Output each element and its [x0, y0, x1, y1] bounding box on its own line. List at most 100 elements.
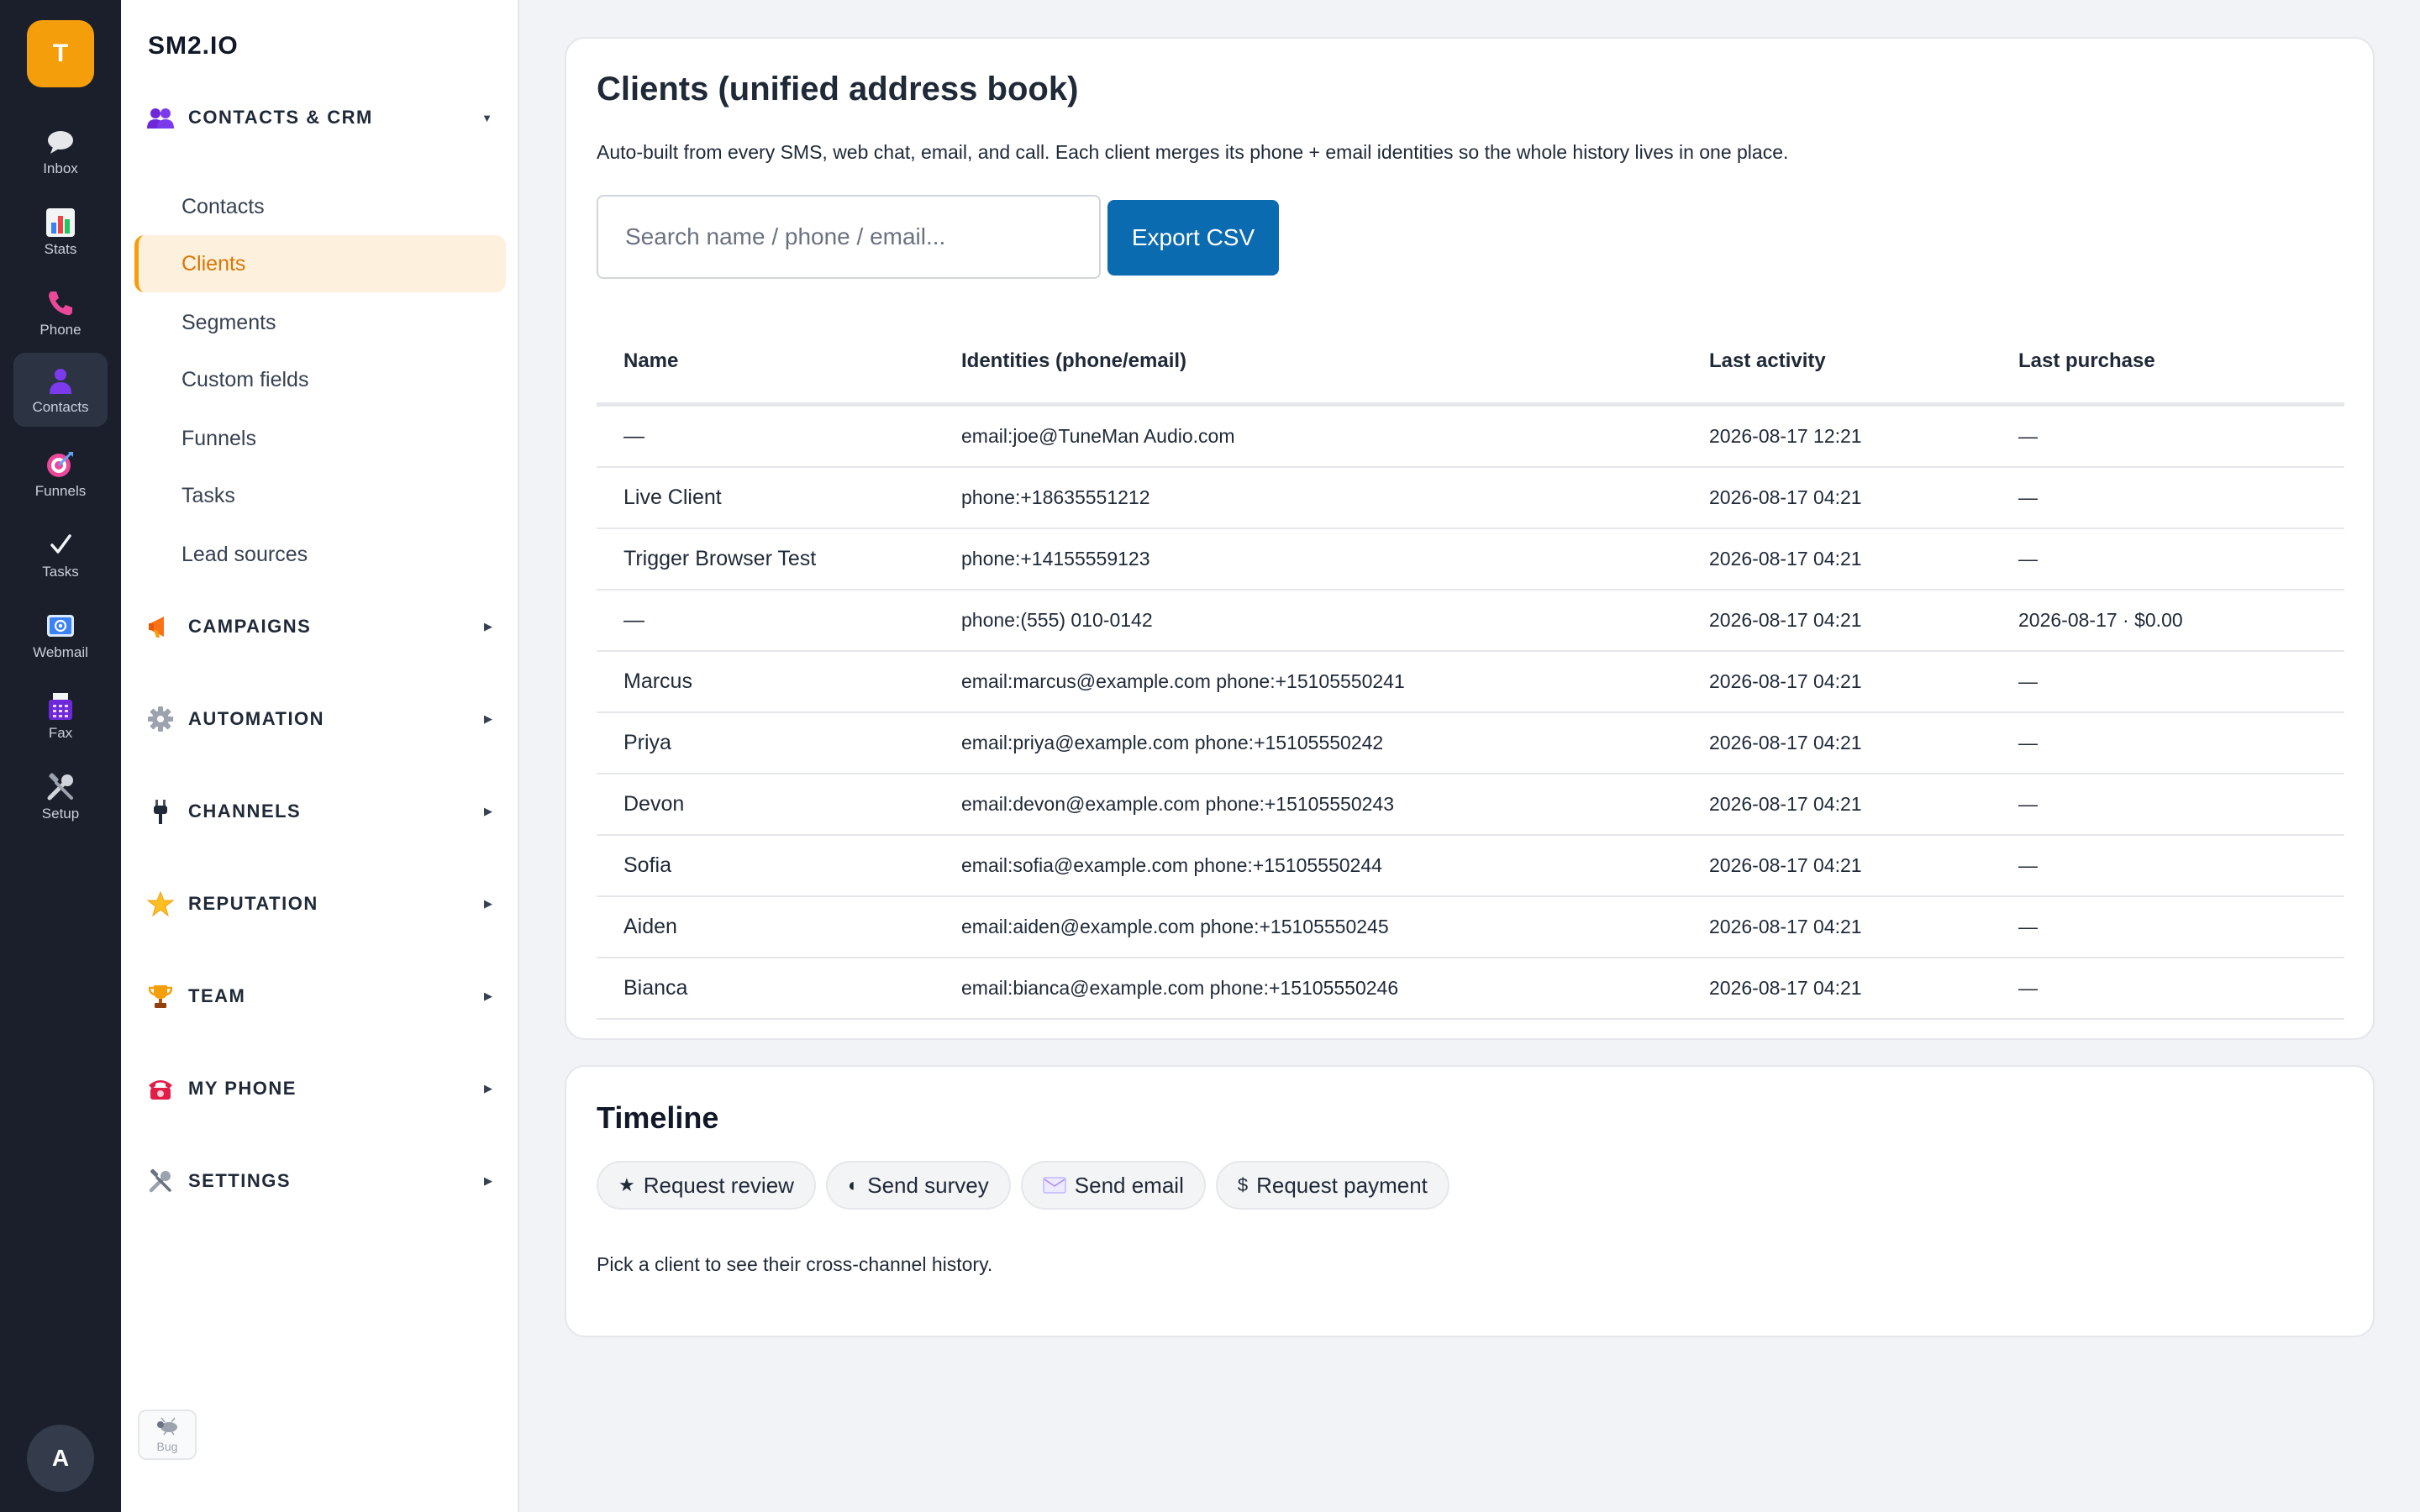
tools-icon: [146, 1167, 175, 1195]
section-team[interactable]: TEAM ▶: [146, 971, 499, 1021]
caret-right-icon: ▶: [484, 990, 492, 1002]
telephone-icon: [146, 1074, 175, 1103]
cell-name: —: [623, 608, 644, 632]
table-row[interactable]: Bianca email:bianca@example.com phone:+1…: [597, 958, 2344, 1020]
cell-last-activity: 2026-08-17 12:21: [1709, 425, 1862, 447]
sidebar-item-tasks[interactable]: Tasks: [134, 467, 506, 524]
fax-icon: [44, 690, 77, 723]
sidebar-item-clients[interactable]: Clients: [134, 235, 506, 292]
request-payment-button[interactable]: $ Request payment: [1215, 1161, 1449, 1210]
column-header-last-activity[interactable]: Last activity: [1709, 349, 2018, 373]
table-row[interactable]: Aiden email:aiden@example.com phone:+151…: [597, 897, 2344, 958]
cell-last-purchase: —: [2018, 916, 2038, 937]
user-avatar[interactable]: A: [27, 1425, 94, 1492]
rail-label: Fax: [48, 725, 73, 741]
cell-identities: phone:+18635551212: [961, 486, 1150, 508]
cell-identities: email:priya@example.com phone:+151055502…: [961, 732, 1384, 753]
section-label: CHANNELS: [188, 801, 302, 822]
table-row[interactable]: Priya email:priya@example.com phone:+151…: [597, 713, 2344, 774]
rail-item-inbox[interactable]: Inbox: [13, 114, 108, 188]
rail-item-setup[interactable]: Setup: [13, 759, 108, 833]
cell-name: Marcus: [623, 669, 692, 693]
email-icon: [44, 609, 77, 643]
rail-label: Phone: [39, 322, 82, 338]
request-review-button[interactable]: ★ Request review: [597, 1161, 816, 1210]
rail-label: Funnels: [34, 483, 87, 499]
bug-report-button[interactable]: Bug: [138, 1410, 197, 1460]
table-row[interactable]: Devon email:devon@example.com phone:+151…: [597, 774, 2344, 836]
sidebar-item-segments[interactable]: Segments: [134, 294, 506, 351]
section-settings[interactable]: SETTINGS ▶: [146, 1156, 499, 1206]
rail-item-fax[interactable]: Fax: [13, 679, 108, 753]
people-icon: [146, 103, 175, 132]
sidebar-item-contacts[interactable]: Contacts: [134, 178, 506, 235]
page-title: Clients (unified address book): [597, 71, 1079, 108]
timeline-empty-hint: Pick a client to see their cross-channel…: [597, 1253, 993, 1275]
caret-right-icon: ▶: [484, 1082, 492, 1095]
caret-down-icon: ▼: [481, 111, 492, 124]
cell-last-activity: 2026-08-17 04:21: [1709, 486, 1862, 508]
trophy-icon: [146, 982, 175, 1011]
rail-item-funnels[interactable]: Funnels: [13, 437, 108, 511]
export-csv-button[interactable]: Export CSV: [1107, 200, 1279, 276]
column-header-identities[interactable]: Identities (phone/email): [961, 349, 1709, 373]
cell-name: Priya: [623, 731, 671, 754]
cell-name: Live Client: [623, 486, 722, 509]
send-email-button[interactable]: Send email: [1020, 1161, 1206, 1210]
cell-name: Bianca: [623, 976, 688, 1000]
column-header-last-purchase[interactable]: Last purchase: [2018, 349, 2344, 373]
cell-last-activity: 2026-08-17 04:21: [1709, 854, 1862, 876]
caret-right-icon: ▶: [484, 620, 492, 633]
caret-right-icon: ▶: [484, 897, 492, 910]
table-row[interactable]: — phone:(555) 010-0142 2026-08-17 04:21 …: [597, 591, 2344, 652]
section-label: MY PHONE: [188, 1078, 297, 1099]
section-channels[interactable]: CHANNELS ▶: [146, 786, 499, 837]
cell-last-purchase: —: [2018, 425, 2038, 447]
rail-item-tasks[interactable]: Tasks: [13, 517, 108, 591]
section-campaigns[interactable]: CAMPAIGNS ▶: [146, 601, 499, 652]
rail-item-contacts[interactable]: Contacts: [13, 353, 108, 427]
sidebar-item-funnels[interactable]: Funnels: [134, 410, 506, 467]
cell-name: Devon: [623, 792, 685, 816]
client-search-input[interactable]: [597, 195, 1101, 279]
table-row[interactable]: Sofia email:sofia@example.com phone:+151…: [597, 836, 2344, 897]
bar-chart-icon: [44, 206, 77, 239]
rail-item-phone[interactable]: Phone: [13, 276, 108, 349]
workspace-logo[interactable]: T: [27, 20, 94, 87]
pill-label: Request payment: [1256, 1172, 1428, 1198]
table-row[interactable]: — email:joe@TuneMan Audio.com 2026-08-17…: [597, 407, 2344, 468]
clients-table: Name Identities (phone/email) Last activ…: [597, 319, 2344, 1020]
target-icon: [44, 448, 77, 481]
cell-name: Aiden: [623, 915, 677, 938]
timeline-actions: ★ Request review ◐ Send survey Send emai…: [597, 1161, 1449, 1210]
pill-label: Request review: [643, 1172, 794, 1198]
cell-last-activity: 2026-08-17 04:21: [1709, 548, 1862, 570]
section-label: TEAM: [188, 985, 246, 1006]
cell-last-purchase: —: [2018, 977, 2038, 999]
cell-last-purchase: —: [2018, 793, 2038, 815]
cell-identities: phone:+14155559123: [961, 548, 1150, 570]
rail-item-stats[interactable]: Stats: [13, 195, 108, 269]
sidebar-item-custom-fields[interactable]: Custom fields: [134, 351, 506, 408]
send-survey-button[interactable]: ◐ Send survey: [825, 1161, 1011, 1210]
clients-card: Clients (unified address book) Auto-buil…: [565, 37, 2375, 1040]
caret-right-icon: ▶: [484, 1174, 492, 1187]
section-automation[interactable]: AUTOMATION ▶: [146, 694, 499, 744]
caret-right-icon: ▶: [484, 712, 492, 725]
cell-last-purchase: 2026-08-17 · $0.00: [2018, 609, 2183, 631]
table-row[interactable]: Marcus email:marcus@example.com phone:+1…: [597, 652, 2344, 713]
star-icon: ★: [618, 1174, 635, 1195]
section-label: CONTACTS & CRM: [188, 107, 373, 128]
section-contacts-crm[interactable]: CONTACTS & CRM ▼: [146, 92, 499, 143]
rail-item-webmail[interactable]: Webmail: [13, 598, 108, 672]
sidebar-item-lead-sources[interactable]: Lead sources: [134, 526, 506, 583]
column-header-name[interactable]: Name: [597, 349, 961, 373]
cell-name: Trigger Browser Test: [623, 547, 817, 570]
section-my-phone[interactable]: MY PHONE ▶: [146, 1063, 499, 1114]
section-reputation[interactable]: REPUTATION ▶: [146, 879, 499, 929]
pill-label: Send survey: [867, 1172, 989, 1198]
cell-last-purchase: —: [2018, 548, 2038, 570]
table-row[interactable]: Live Client phone:+18635551212 2026-08-1…: [597, 468, 2344, 529]
phone-icon: [44, 286, 77, 320]
table-row[interactable]: Trigger Browser Test phone:+14155559123 …: [597, 529, 2344, 591]
